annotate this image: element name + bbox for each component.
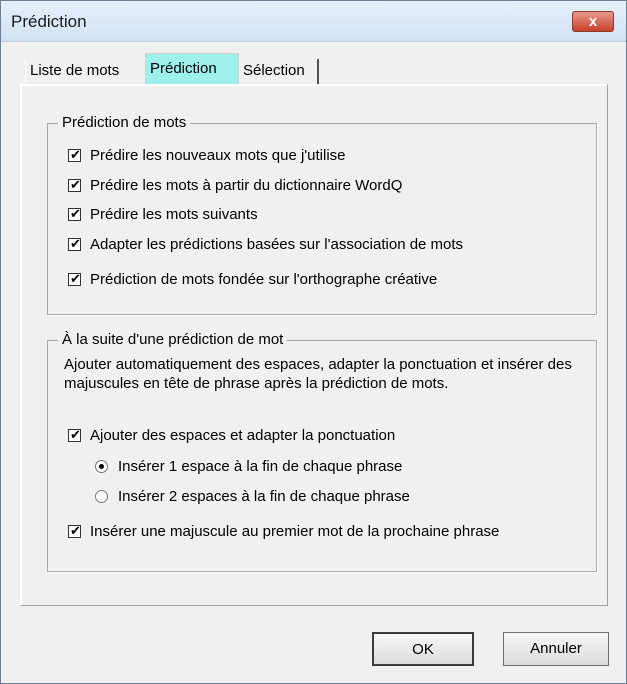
radio-label: Insérer 2 espaces à la fin de chaque phr… xyxy=(118,488,410,505)
option-label: Prédire les nouveaux mots que j'utilise xyxy=(90,147,346,164)
tab-liste-de-mots[interactable]: Liste de mots xyxy=(25,59,145,85)
radio-dot-icon xyxy=(99,464,104,469)
checkmark-icon: ✔ xyxy=(70,427,81,442)
option-word-association[interactable]: ✔ Adapter les prédictions basées sur l'a… xyxy=(68,236,463,253)
tab-label: Prédiction xyxy=(150,60,217,77)
option-label: Prédiction de mots fondée sur l'orthogra… xyxy=(90,271,438,288)
tab-label: Sélection xyxy=(243,62,305,79)
checkbox[interactable]: ✔ xyxy=(68,236,81,251)
radio-two-spaces[interactable]: Insérer 2 espaces à la fin de chaque phr… xyxy=(95,488,410,505)
option-label: Adapter les prédictions basées sur l'ass… xyxy=(90,236,464,253)
tab-label: Liste de mots xyxy=(30,62,120,79)
tab-prediction[interactable]: Prédiction xyxy=(145,53,239,86)
option-label: Prédire les mots à partir du dictionnair… xyxy=(90,177,403,194)
option-label: Ajouter des espaces et adapter la ponctu… xyxy=(90,427,396,444)
checkmark-icon: ✔ xyxy=(70,206,81,221)
checkmark-icon: ✔ xyxy=(70,177,81,192)
checkbox[interactable]: ✔ xyxy=(68,427,81,442)
checkbox[interactable]: ✔ xyxy=(68,271,81,286)
option-predict-next-words[interactable]: ✔ Prédire les mots suivants xyxy=(68,206,258,223)
group-legend: À la suite d'une prédiction de mot xyxy=(58,331,288,349)
ok-button[interactable]: OK xyxy=(372,632,474,666)
window-title: Prédiction xyxy=(11,12,87,31)
close-icon: x xyxy=(588,13,598,30)
checkmark-icon: ✔ xyxy=(70,523,81,538)
group-description: Ajouter automatiquement des espaces, ada… xyxy=(64,356,572,392)
title-bar[interactable]: Prédiction x xyxy=(1,1,626,42)
option-label: Prédire les mots suivants xyxy=(90,206,258,223)
option-capitalize[interactable]: ✔ Insérer une majuscule au premier mot d… xyxy=(68,523,499,540)
checkbox[interactable]: ✔ xyxy=(68,523,81,538)
option-add-spaces[interactable]: ✔ Ajouter des espaces et adapter la ponc… xyxy=(68,427,395,444)
checkbox[interactable]: ✔ xyxy=(68,147,81,162)
checkmark-icon: ✔ xyxy=(70,236,81,251)
option-predict-dictionary[interactable]: ✔ Prédire les mots à partir du dictionna… xyxy=(68,177,402,194)
checkmark-icon: ✔ xyxy=(70,147,81,162)
radio-button[interactable] xyxy=(95,490,108,503)
checkbox[interactable]: ✔ xyxy=(68,177,81,192)
cancel-button[interactable]: Annuler xyxy=(503,632,609,666)
tab-selection[interactable]: Sélection xyxy=(239,59,319,85)
radio-label: Insérer 1 espace à la fin de chaque phra… xyxy=(118,458,403,475)
option-label: Insérer une majuscule au premier mot de … xyxy=(90,523,500,540)
option-creative-spelling[interactable]: ✔ Prédiction de mots fondée sur l'orthog… xyxy=(68,271,437,288)
close-button[interactable]: x xyxy=(572,11,614,32)
radio-one-space[interactable]: Insérer 1 espace à la fin de chaque phra… xyxy=(95,458,402,475)
group-legend: Prédiction de mots xyxy=(58,114,191,132)
radio-button[interactable] xyxy=(95,460,108,473)
option-predict-new-words[interactable]: ✔ Prédire les nouveaux mots que j'utilis… xyxy=(68,147,346,164)
checkmark-icon: ✔ xyxy=(70,271,81,286)
checkbox[interactable]: ✔ xyxy=(68,206,81,221)
